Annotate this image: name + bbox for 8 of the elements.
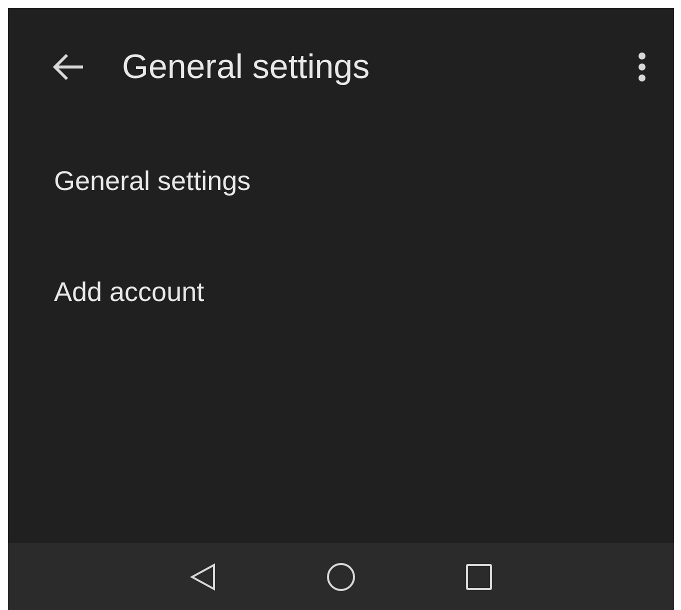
settings-item[interactable]: Add account	[8, 237, 674, 348]
back-icon[interactable]	[190, 562, 216, 590]
back-arrow-icon	[51, 52, 85, 82]
home-icon[interactable]	[326, 562, 356, 592]
settings-item[interactable]: General settings	[8, 126, 674, 237]
more-options-icon	[638, 52, 646, 82]
screen-title: General settings	[122, 46, 370, 88]
recents-icon[interactable]	[466, 564, 492, 590]
